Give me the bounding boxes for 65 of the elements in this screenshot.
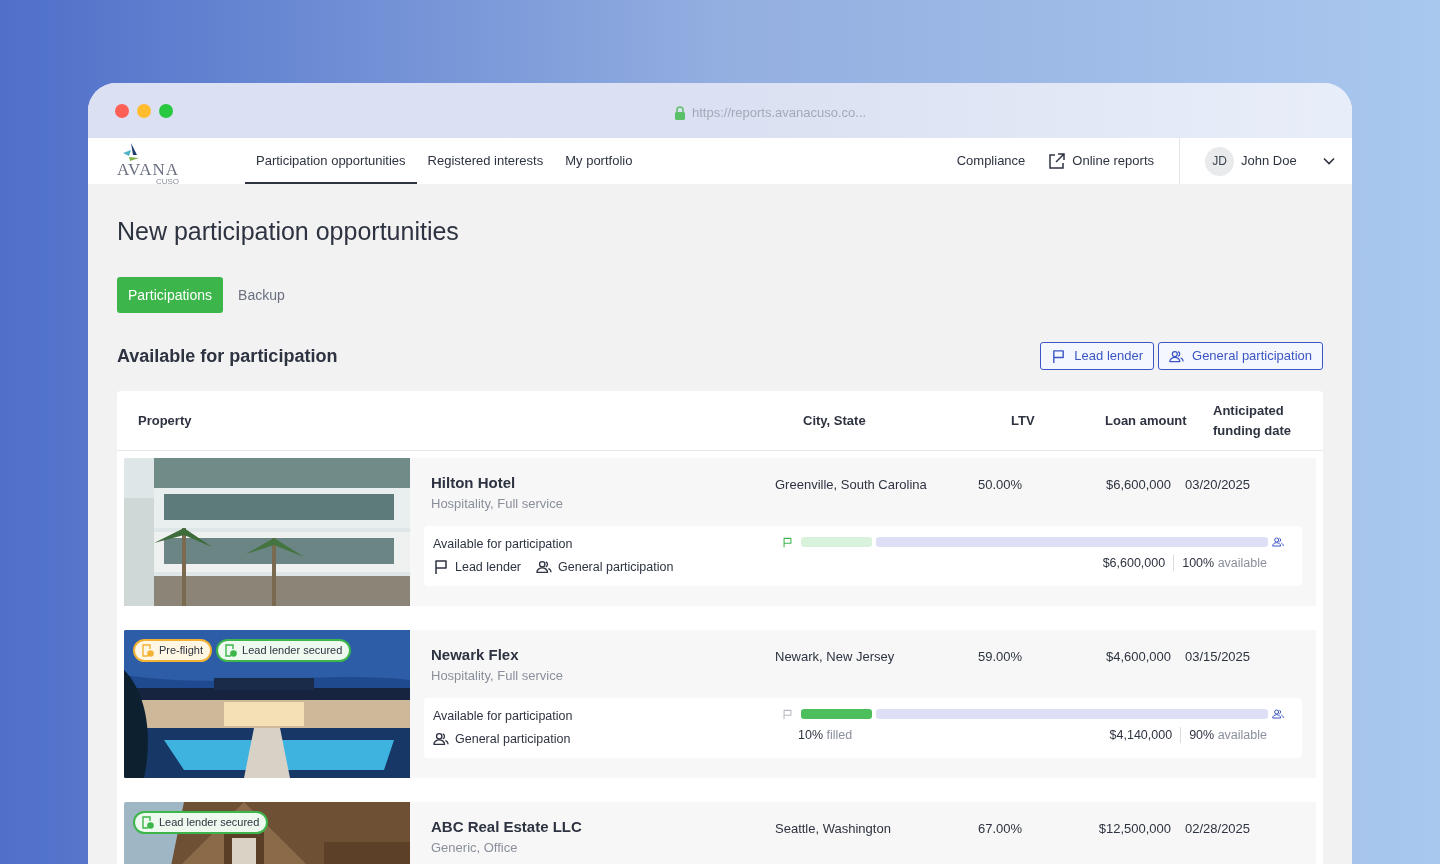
flag-icon [433, 559, 449, 575]
column-header: Loan amount [1105, 411, 1188, 430]
filled-share: 10% filled [798, 727, 853, 743]
city-cell-text: Newark, New Jersey [775, 648, 896, 666]
nav-link[interactable]: Registered interests [416, 138, 555, 184]
status-badge: Lead lender secured [133, 811, 269, 834]
funding-date-cell-text: 03/20/2025 [1185, 476, 1252, 494]
column-header: Property [138, 411, 193, 430]
available-amount: $4,140,000 [1109, 727, 1182, 743]
users-icon [1169, 348, 1185, 364]
available-amount: $6,600,000 [1102, 555, 1175, 571]
nav-link[interactable]: My portfolio [554, 138, 644, 184]
loan-amount-cell-text: $6,600,000 [1105, 476, 1171, 494]
status-badge: Lead lender secured [216, 639, 352, 662]
flag-icon [782, 536, 793, 548]
ltv-cell-text: 67.00% [978, 820, 1024, 838]
column-header: City, State [803, 411, 867, 430]
loan-amount-cell-text: $4,600,000 [1105, 648, 1171, 666]
participation-status: Available for participation [433, 536, 574, 552]
city-cell-text: Greenville, South Carolina [775, 476, 928, 494]
property-name: ABC Real Estate LLC [431, 818, 583, 835]
flag-icon [1051, 348, 1067, 364]
funding-date-cell-text: 02/28/2025 [1185, 820, 1252, 838]
property-category: Hospitality, Full service [431, 496, 564, 511]
flag-icon [782, 708, 793, 720]
section-title: Available for participation [117, 344, 338, 368]
document-check-icon [225, 644, 238, 657]
property-name: Hilton Hotel [431, 474, 517, 491]
participation-type: Lead lender [433, 559, 522, 575]
property-category: Hospitality, Full service [431, 668, 564, 683]
property-name: Newark Flex [431, 646, 520, 663]
property-category: Generic, Office [431, 840, 519, 855]
status-badge: Pre-flight [133, 639, 213, 662]
nav-link[interactable]: Compliance [956, 151, 1026, 171]
ltv-cell-text: 59.00% [978, 648, 1024, 666]
user-name[interactable]: John Doe [1241, 151, 1311, 171]
ltv-cell-text: 50.00% [978, 476, 1024, 494]
document-check-icon [142, 816, 154, 829]
available-share: 100% available [1181, 555, 1267, 571]
tab[interactable]: Backup [227, 277, 296, 313]
external-link-icon [1048, 152, 1066, 170]
user-avatar[interactable]: JD [1205, 146, 1234, 176]
filter-button[interactable]: General participation [1158, 342, 1323, 370]
city-cell-text: Seattle, Washington [775, 820, 892, 838]
funding-date-cell-text: 03/15/2025 [1185, 648, 1252, 666]
participation-status: Available for participation [433, 708, 574, 724]
available-share: 90% available [1188, 727, 1267, 743]
loan-amount-cell-text: $12,500,000 [1098, 820, 1171, 838]
column-header: LTV [1011, 411, 1036, 430]
users-icon [536, 559, 553, 575]
logo-text: AVANA [117, 161, 179, 179]
page-title: New participation opportunities [117, 216, 460, 247]
users-icon [1272, 708, 1284, 720]
chevron-down-icon[interactable] [1323, 157, 1335, 165]
nav-link[interactable]: Participation opportunities [245, 138, 417, 184]
logo-subtext: CUSO [155, 178, 179, 186]
nav-link[interactable]: Online reports [1048, 151, 1154, 171]
column-header: Anticipated funding date [1213, 401, 1292, 440]
users-icon [433, 731, 449, 747]
lock-icon [674, 105, 686, 120]
participation-type: General participation [536, 559, 674, 575]
filter-button[interactable]: Lead lender [1040, 342, 1155, 370]
participation-type: General participation [433, 731, 571, 747]
document-check-icon [142, 644, 154, 657]
users-icon [1272, 536, 1284, 548]
